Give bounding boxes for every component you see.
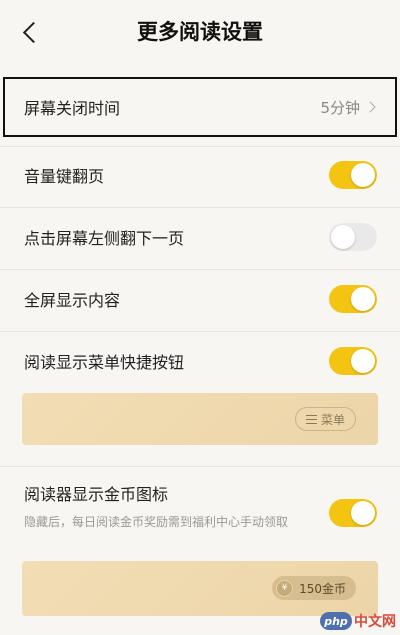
divider — [0, 207, 400, 208]
screen-off-time-row[interactable]: 屏幕关闭时间 5分钟 — [0, 80, 400, 134]
menu-chip-label: 菜单 — [320, 412, 345, 427]
divider — [0, 269, 400, 270]
coin-chip: ¥ 150金币 — [272, 576, 356, 600]
coin-icon-toggle[interactable] — [329, 499, 377, 527]
screen-off-time-value-group: 5分钟 — [320, 97, 376, 118]
header-bar: 更多阅读设置 — [0, 0, 400, 66]
tap-left-next-page-label: 点击屏幕左侧翻下一页 — [24, 229, 185, 248]
fullscreen-content-toggle[interactable] — [329, 285, 377, 313]
toggle-knob — [331, 225, 355, 249]
tap-left-next-page-toggle[interactable] — [329, 223, 377, 251]
screen-off-time-value: 5分钟 — [320, 98, 360, 117]
coin-icon-description: 隐藏后，每日阅读金币奖励需到福利中心手动领取 — [24, 515, 289, 529]
coin-icon-label: 阅读器显示金币图标 — [24, 485, 169, 504]
coin-preview: ¥ 150金币 — [22, 561, 378, 616]
toggle-knob — [351, 349, 375, 373]
site-watermark: php 中文网 — [320, 611, 396, 631]
watermark-site-text: 中文网 — [354, 614, 396, 630]
toggle-knob — [351, 163, 375, 187]
page-title: 更多阅读设置 — [137, 20, 263, 44]
menu-lines-icon — [305, 414, 317, 424]
chevron-right-icon — [366, 99, 376, 115]
divider — [0, 146, 400, 147]
toggle-knob — [351, 501, 375, 525]
coin-icon: ¥ — [276, 579, 294, 597]
coin-chip-label: 150金币 — [299, 581, 346, 596]
menu-shortcut-preview: 菜单 — [22, 393, 378, 445]
screen-off-time-label: 屏幕关闭时间 — [24, 99, 121, 118]
toggle-knob — [351, 287, 375, 311]
menu-shortcut-label: 阅读显示菜单快捷按钮 — [24, 353, 185, 372]
divider — [0, 331, 400, 332]
menu-shortcut-toggle[interactable] — [329, 347, 377, 375]
fullscreen-content-label: 全屏显示内容 — [24, 291, 121, 310]
watermark-logo: php — [320, 612, 352, 630]
divider — [0, 466, 400, 467]
volume-key-page-toggle[interactable] — [329, 161, 377, 189]
menu-chip: 菜单 — [294, 407, 356, 431]
volume-key-page-label: 音量键翻页 — [24, 167, 105, 186]
